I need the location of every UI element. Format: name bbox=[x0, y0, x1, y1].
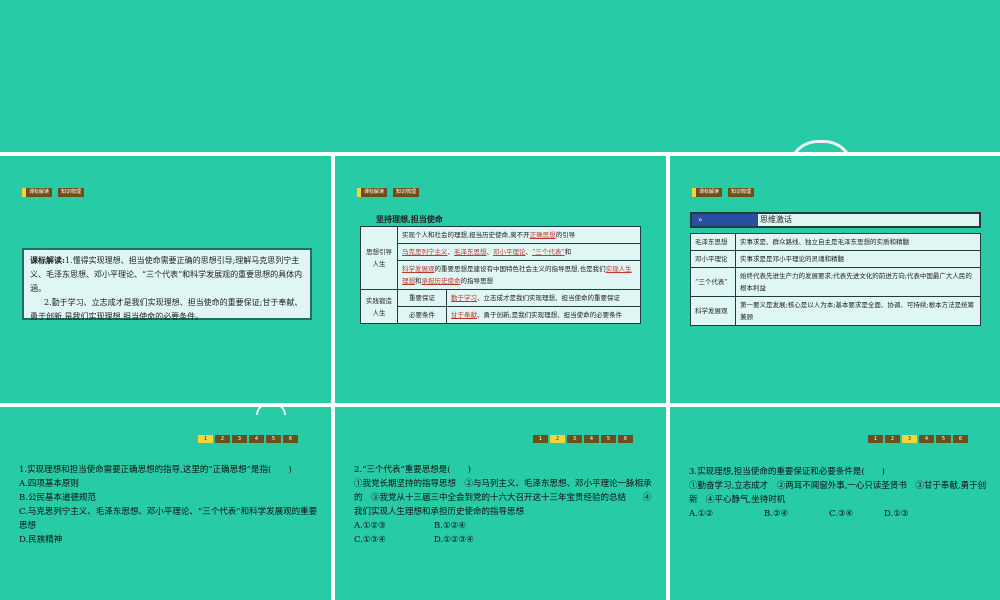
question-1: 1.实现理想和担当使命需要正确思想的指导,这里的“正确思想”是指( ) A.四项… bbox=[19, 463, 319, 547]
pager: 1 2 3 4 5 6 bbox=[533, 435, 633, 443]
slide-question-1: 1 2 3 4 5 6 1.实现理想和担当使命需要正确思想的指导,这里的“正确思… bbox=[0, 407, 331, 600]
option-d[interactable]: D.民族精神 bbox=[19, 533, 319, 547]
row-head-practice: 实践锻造人生 bbox=[360, 289, 398, 324]
option-c[interactable]: C.①③④ bbox=[354, 533, 434, 547]
question-body: ①我党长期坚持的指导思想 ②与马列主义、毛泽东思想、邓小平理论一脉相承的 ③我党… bbox=[354, 479, 652, 517]
option-b[interactable]: B.②④ bbox=[764, 507, 829, 521]
page-6[interactable]: 6 bbox=[618, 435, 633, 443]
question-2: 2.“三个代表”重要思想是( ) ①我党长期坚持的指导思想 ②与马列主义、毛泽东… bbox=[354, 463, 654, 547]
thought-key: “三个代表” bbox=[690, 267, 736, 297]
decorative-arc bbox=[256, 407, 286, 415]
guide-row-1: 实现个人和社会的理想,担当历史使命,离不开正确思想的引导 bbox=[397, 226, 641, 244]
option-a[interactable]: A.四项基本原则 bbox=[19, 477, 319, 491]
page-2[interactable]: 2 bbox=[215, 435, 230, 443]
page-5[interactable]: 5 bbox=[601, 435, 616, 443]
page-6[interactable]: 6 bbox=[283, 435, 298, 443]
standards-line1: 1.懂得实现理想、担当使命需要正确的思想引导;理解马克思列宁主义、毛泽东思想、邓… bbox=[30, 256, 303, 293]
guide-row-2: 马克思列宁主义、毛泽东思想、邓小平理论、“三个代表”和 bbox=[397, 243, 641, 261]
option-d[interactable]: D.①③ bbox=[884, 509, 908, 519]
option-b[interactable]: B.①②④ bbox=[434, 521, 466, 531]
tag-knowledge[interactable]: 知识梳理 bbox=[393, 188, 420, 197]
title-band bbox=[0, 0, 1000, 152]
sub-important: 重要保证 bbox=[397, 289, 447, 307]
options-row-1: A.①②③ B.①②④ bbox=[354, 519, 654, 533]
page-3[interactable]: 3 bbox=[232, 435, 247, 443]
thought-value: 实事求是是邓小平理论的灵魂和精髓 bbox=[735, 250, 981, 268]
standards-title: 课标解读: bbox=[30, 255, 65, 265]
page-4[interactable]: 4 bbox=[584, 435, 599, 443]
tag-course-standards[interactable]: 课标解读 bbox=[692, 188, 723, 197]
important-text: 勤于学习、立志成才是我们实现理想、担当使命的重要保证 bbox=[446, 289, 641, 307]
decorative-arc bbox=[788, 140, 854, 152]
tag-knowledge[interactable]: 知识梳理 bbox=[58, 188, 85, 197]
thought-value: 第一要义是发展;核心是以人为本;基本要求是全面、协调、可持续;根本方法是统筹兼顾 bbox=[735, 296, 981, 326]
question-stem: 1.实现理想和担当使命需要正确思想的指导,这里的“正确思想”是指( ) bbox=[19, 465, 292, 475]
tag-course-standards[interactable]: 课标解读 bbox=[357, 188, 388, 197]
page-3[interactable]: 3 bbox=[567, 435, 582, 443]
option-d[interactable]: D.①②③④ bbox=[434, 535, 474, 545]
standards-box: 课标解读:1.懂得实现理想、担当使命需要正确的思想引导;理解马克思列宁主义、毛泽… bbox=[22, 248, 312, 321]
pager: 1 2 3 4 5 6 bbox=[868, 435, 968, 443]
page-6[interactable]: 6 bbox=[953, 435, 968, 443]
question-stem: 3.实现理想,担当使命的重要保证和必要条件是( ) bbox=[689, 467, 885, 477]
sub-necessary: 必要条件 bbox=[397, 306, 447, 324]
thought-key: 邓小平理论 bbox=[690, 250, 736, 268]
page-5[interactable]: 5 bbox=[936, 435, 951, 443]
necessary-text: 甘于奉献、勇于创新,是我们实现理想、担当使命的必要条件 bbox=[446, 306, 641, 324]
page-1[interactable]: 1 bbox=[533, 435, 548, 443]
table-title: 坚持理想,担当使命 bbox=[376, 214, 443, 224]
row-head-guide: 思想引导人生 bbox=[360, 226, 398, 290]
page-5[interactable]: 5 bbox=[266, 435, 281, 443]
thinking-header: » 思维激话 bbox=[690, 212, 981, 228]
thought-value: 始终代表先进生产力的发展要求;代表先进文化的前进方向;代表中国最广大人民的根本利… bbox=[735, 267, 981, 297]
slide-question-3: 1 2 3 4 5 6 3.实现理想,担当使命的重要保证和必要条件是( ) ①勤… bbox=[670, 407, 1000, 600]
chevron-right-icon: » bbox=[692, 214, 758, 226]
pager: 1 2 3 4 5 6 bbox=[198, 435, 298, 443]
page-4[interactable]: 4 bbox=[919, 435, 934, 443]
guide-row-3: 科学发展观的重要思想是建设有中国特色社会主义的指导思想,也是我们实现人生理想和承… bbox=[397, 260, 641, 290]
tag-knowledge[interactable]: 知识梳理 bbox=[728, 188, 755, 197]
option-a[interactable]: A.①②③ bbox=[354, 519, 434, 533]
option-c[interactable]: C.③④ bbox=[829, 507, 884, 521]
slide-question-2: 1 2 3 4 5 6 2.“三个代表”重要思想是( ) ①我党长期坚持的指导思… bbox=[335, 407, 666, 600]
option-b[interactable]: B.公民基本道德规范 bbox=[19, 491, 319, 505]
option-c[interactable]: C.马克思列宁主义、毛泽东思想、邓小平理论、“三个代表”和科学发展观的重要思想 bbox=[19, 505, 319, 533]
options-row: A.①② B.②④ C.③④ D.①③ bbox=[689, 507, 989, 521]
thought-key: 毛泽东思想 bbox=[690, 233, 736, 251]
tag-course-standards[interactable]: 课标解读 bbox=[22, 188, 53, 197]
page-2[interactable]: 2 bbox=[885, 435, 900, 443]
ideal-mission-table: 思想引导人生 实现个人和社会的理想,担当历史使命,离不开正确思想的引导 马克思列… bbox=[360, 226, 641, 324]
option-a[interactable]: A.①② bbox=[689, 507, 764, 521]
thought-table: 毛泽东思想 实事求是、群众路线、独立自主是毛泽东思想的实质和精髓 邓小平理论 实事求… bbox=[690, 233, 981, 326]
question-3: 3.实现理想,担当使命的重要保证和必要条件是( ) ①勤奋学习,立志成才 ②两耳… bbox=[689, 465, 989, 521]
standards-line2: 2.勤于学习、立志成才是我们实现理想、担当使命的重要保证;甘于奉献、勇于创新,是… bbox=[30, 298, 303, 321]
page-4[interactable]: 4 bbox=[249, 435, 264, 443]
question-body: ①勤奋学习,立志成才 ②两耳不闻窗外事,一心只读圣贤书 ③甘于奉献,勇于创新 ④… bbox=[689, 481, 987, 505]
page-1[interactable]: 1 bbox=[198, 435, 213, 443]
question-stem: 2.“三个代表”重要思想是( ) bbox=[354, 465, 471, 475]
options-row-2: C.①③④ D.①②③④ bbox=[354, 533, 654, 547]
page-3[interactable]: 3 bbox=[902, 435, 917, 443]
thought-value: 实事求是、群众路线、独立自主是毛泽东思想的实质和精髓 bbox=[735, 233, 981, 251]
page-1[interactable]: 1 bbox=[868, 435, 883, 443]
thought-key: 科学发展观 bbox=[690, 296, 736, 326]
page-2[interactable]: 2 bbox=[550, 435, 565, 443]
